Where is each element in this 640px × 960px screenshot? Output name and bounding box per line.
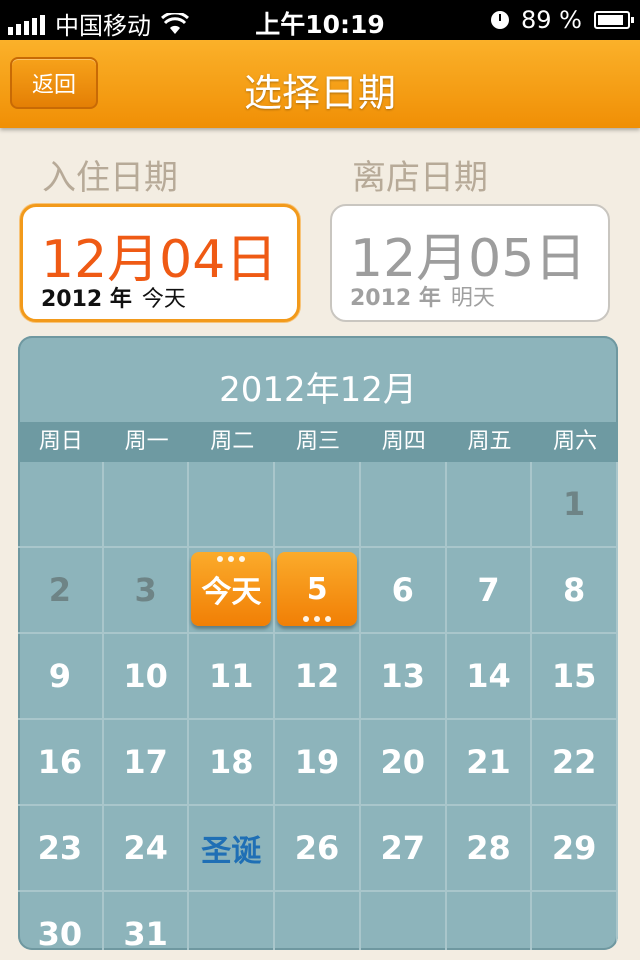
day-cell-today[interactable]: 今天: [189, 548, 276, 634]
battery-icon: [594, 11, 634, 29]
checkout-year: 2012 年: [350, 286, 441, 311]
checkin-label: 入住日期: [42, 158, 178, 198]
day-cell-selected[interactable]: 5: [275, 548, 361, 634]
calendar-week-row: 30 31: [18, 892, 618, 950]
day-cell-empty: [189, 892, 276, 950]
checkout-subtitle: 2012 年明天: [350, 280, 495, 312]
battery-percent: 89 %: [521, 6, 582, 34]
day-cell[interactable]: 13: [360, 634, 447, 720]
day-cell[interactable]: 21: [446, 720, 533, 806]
checkin-selection: 今天: [191, 552, 272, 626]
calendar-month-title: 2012年12月: [219, 370, 417, 410]
day-cell-empty: [18, 462, 104, 548]
checkin-date-box[interactable]: 12月04日 2012 年今天: [20, 204, 300, 322]
day-cell[interactable]: 31: [104, 892, 190, 950]
weekday-label: 周四: [381, 429, 426, 454]
calendar-week-row: 1: [18, 462, 618, 548]
weekday-label: 周六: [553, 429, 598, 454]
day-cell[interactable]: 15: [532, 634, 618, 720]
day-cell-past: 1: [532, 462, 618, 548]
calendar-week-row: 9 10 11 12 13 14 15: [18, 634, 618, 720]
checkin-year: 2012 年: [41, 287, 132, 312]
day-cell-empty: [103, 462, 190, 548]
day-cell[interactable]: 19: [275, 720, 361, 806]
day-cell[interactable]: 29: [532, 806, 618, 892]
day-cell[interactable]: 6: [360, 548, 447, 634]
calendar-week-row: 2 3 今天 5 6 7 8: [18, 548, 618, 634]
dots-indicator: [217, 556, 246, 562]
day-cell[interactable]: 27: [360, 806, 447, 892]
today-label: 今天: [201, 575, 262, 610]
day-cell[interactable]: 11: [189, 634, 276, 720]
checkout-selection: 5: [277, 552, 358, 626]
day-cell-empty: [360, 462, 447, 548]
day-cell[interactable]: 14: [446, 634, 533, 720]
weekday-label: 周一: [124, 429, 169, 454]
day-cell[interactable]: 26: [275, 806, 361, 892]
checkout-label: 离店日期: [352, 158, 488, 198]
day-cell[interactable]: 16: [18, 720, 104, 806]
calendar-week-row: 16 17 18 19 20 21 22: [18, 720, 618, 806]
day-cell[interactable]: 18: [189, 720, 276, 806]
day-cell-empty: [532, 892, 618, 950]
day-cell[interactable]: 8: [532, 548, 618, 634]
day-cell[interactable]: 30: [18, 892, 104, 950]
day-cell[interactable]: 10: [103, 634, 190, 720]
weekday-label: 周三: [296, 429, 341, 454]
day-cell-holiday[interactable]: 圣诞: [189, 806, 276, 892]
dots-indicator: [303, 616, 332, 622]
day-cell[interactable]: 12: [275, 634, 361, 720]
day-cell[interactable]: 23: [18, 806, 104, 892]
day-cell[interactable]: 22: [532, 720, 618, 806]
weekday-header: 周日 周一 周二 周三 周四 周五 周六: [18, 422, 618, 462]
calendar: 2012年12月 周日 周一 周二 周三 周四 周五 周六 1 2 3 今天 5…: [18, 336, 618, 950]
day-cell-past: 3: [103, 548, 190, 634]
calendar-week-row: 23 24 圣诞 26 27 28 29: [18, 806, 618, 892]
day-cell[interactable]: 20: [360, 720, 447, 806]
weekday-label: 周五: [467, 429, 512, 454]
checkin-subtitle: 2012 年今天: [41, 281, 186, 313]
day-cell-past: 2: [18, 548, 104, 634]
day-cell-empty: [447, 892, 533, 950]
checkout-date-box[interactable]: 12月05日 2012 年明天: [330, 204, 610, 322]
day-cell[interactable]: 17: [103, 720, 190, 806]
selected-day-label: 5: [306, 571, 328, 607]
day-cell[interactable]: 7: [446, 548, 533, 634]
day-cell-empty: [275, 892, 361, 950]
calendar-grid: 1 2 3 今天 5 6 7 8 9 10 11 12 13 14 15 16 …: [18, 462, 618, 950]
navigation-bar: 返回 选择日期: [0, 40, 640, 128]
day-cell-empty: [361, 892, 447, 950]
alarm-clock-icon: [491, 11, 510, 29]
day-cell-empty: [446, 462, 533, 548]
weekday-label: 周二: [210, 429, 255, 454]
status-bar: 中国移动 上午10:19 89 %: [0, 0, 640, 40]
page-title: 选择日期: [243, 71, 396, 115]
day-cell[interactable]: 24: [103, 806, 190, 892]
day-cell[interactable]: 28: [446, 806, 533, 892]
day-cell[interactable]: 9: [18, 634, 104, 720]
checkin-relative: 今天: [141, 287, 186, 312]
day-cell-empty: [275, 462, 361, 548]
day-cell-empty: [189, 462, 276, 548]
checkout-relative: 明天: [450, 286, 495, 311]
weekday-label: 周日: [38, 429, 83, 454]
